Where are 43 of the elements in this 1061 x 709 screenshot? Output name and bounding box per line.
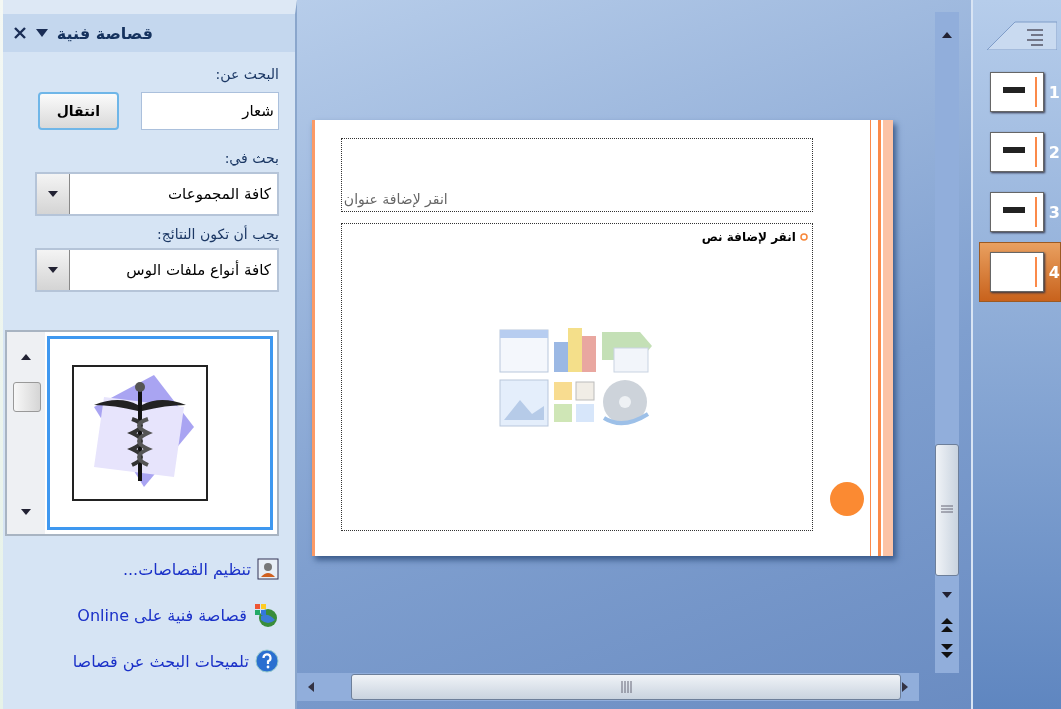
scroll-up-icon[interactable]	[940, 31, 953, 39]
slide-number: 4	[1048, 262, 1060, 282]
collections-dropdown[interactable]: كافة المجموعات	[34, 172, 279, 216]
grip-icon[interactable]	[940, 505, 953, 515]
title-placeholder-text: انقر لإضافة عنوان	[343, 191, 448, 207]
pane-title: قصاصة فنية	[56, 23, 154, 43]
scroll-thumb[interactable]	[12, 382, 41, 412]
next-slide-icon[interactable]	[939, 643, 954, 659]
help-icon	[254, 649, 279, 673]
slide-number: 3	[1048, 202, 1060, 222]
go-button[interactable]: انتقال	[37, 92, 119, 130]
grip-icon[interactable]	[619, 681, 632, 693]
scroll-down-icon[interactable]	[19, 508, 32, 516]
caret-icon[interactable]	[46, 190, 59, 198]
slide-number: 1	[1048, 82, 1060, 102]
bullet-icon	[799, 233, 808, 241]
search-in-label: بحث في:	[223, 150, 280, 166]
pane-link[interactable]: تنظيم القصاصات...	[122, 559, 251, 579]
content-placeholder[interactable]: انقر لإضافة نص	[340, 223, 813, 531]
results-label: يجب أن تكون النتائج:	[156, 226, 280, 242]
pane-link[interactable]: تلميحات البحث عن قصاصا	[72, 651, 249, 671]
person-icon	[256, 558, 279, 580]
scroll-left-icon[interactable]	[306, 681, 315, 693]
text-placeholder: انقر لإضافة نص	[701, 230, 796, 244]
media-type-dropdown[interactable]: كافة أنواع ملفات الوس	[34, 248, 279, 292]
scroll-up-icon[interactable]	[19, 353, 32, 361]
search-label: البحث عن:	[214, 66, 280, 82]
outline-tab[interactable]	[986, 20, 1057, 50]
decorative-circle	[829, 482, 864, 516]
caret-icon[interactable]	[46, 266, 59, 274]
slide-number: 2	[1048, 142, 1060, 162]
search-field[interactable]: شعار	[140, 92, 279, 130]
scroll-down-icon[interactable]	[940, 591, 953, 599]
horizontal-scrollbar[interactable]	[296, 673, 919, 701]
globe-icon	[252, 602, 279, 628]
vertical-scrollbar[interactable]	[934, 12, 959, 673]
dropdown-arrow-icon[interactable]	[34, 28, 49, 38]
previous-slide-icon[interactable]	[939, 617, 954, 633]
title-placeholder[interactable]: انقر لإضافة عنوان	[340, 138, 813, 212]
clip-preview[interactable]	[46, 336, 273, 530]
scrollbar[interactable]	[6, 332, 45, 534]
pane-link[interactable]: قصاصة فنية على Online	[77, 605, 247, 625]
close-icon[interactable]	[12, 26, 27, 40]
